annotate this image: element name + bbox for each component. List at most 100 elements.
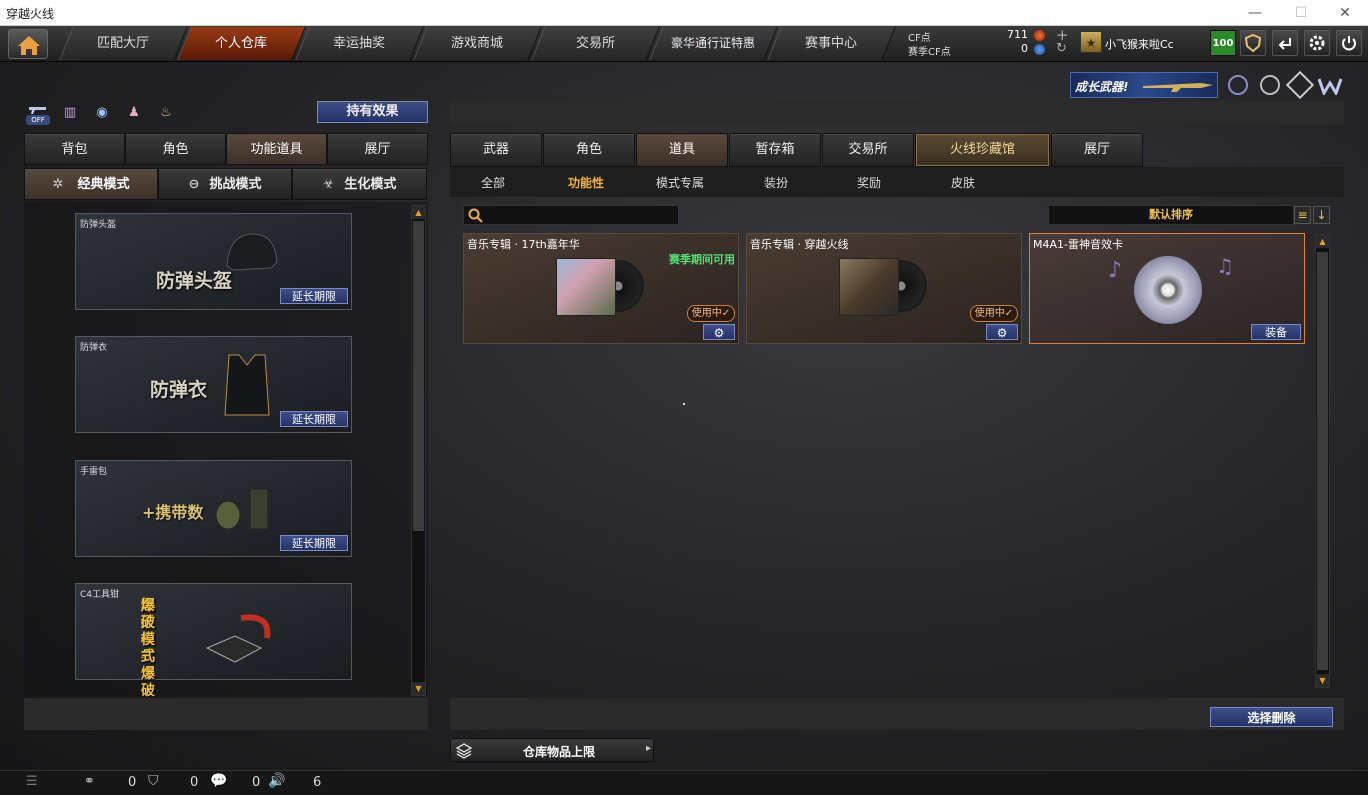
growth-weapon-banner[interactable]: 成长武器! [1070, 72, 1218, 98]
chat-icon[interactable]: 💬 [210, 773, 227, 789]
item-settings-button[interactable]: ⚙ [986, 324, 1018, 340]
tab-roles[interactable]: 角色 [543, 133, 635, 167]
subtab-decor[interactable]: 装扮 [764, 174, 788, 191]
left-scrollbar[interactable]: ▲ ▼ [411, 205, 426, 696]
item-name: 防弹衣 [80, 343, 108, 353]
tab-backpack[interactable]: 背包 [24, 133, 125, 165]
power-icon [1342, 36, 1356, 51]
minimize-button[interactable]: — [1232, 0, 1278, 26]
list-icon[interactable]: ☰ [26, 774, 38, 789]
scroll-thumb[interactable] [1317, 252, 1328, 670]
person-icon[interactable]: ♟ [124, 103, 144, 123]
subtab-all[interactable]: 全部 [481, 174, 505, 191]
window-title: 穿越火线 [6, 7, 55, 21]
tab-match-lobby[interactable]: 匹配大厅 [59, 27, 188, 60]
tab-deluxe-pass[interactable]: 豪华通行证特惠 [649, 27, 778, 60]
held-effects-button[interactable]: 持有效果 [317, 101, 428, 123]
item-card-album-cf[interactable]: 音乐专辑 · 穿越火线 使用中✓ ⚙ [746, 233, 1022, 344]
tab-functional-items[interactable]: 功能道具 [226, 133, 327, 165]
scroll-down-arrow[interactable]: ▼ [412, 682, 425, 695]
item-card-album-17th[interactable]: 音乐专辑 · 17th嘉年华 赛季期间可用 使用中✓ ⚙ [463, 233, 739, 344]
tab-game-store[interactable]: 游戏商城 [413, 27, 542, 60]
scroll-up-arrow[interactable]: ▲ [412, 206, 425, 219]
scroll-down-arrow[interactable]: ▼ [1316, 674, 1329, 687]
home-icon [18, 36, 40, 55]
rank-badge-icon: ★ [1080, 31, 1102, 53]
rifle-icon [1143, 83, 1213, 92]
item-card-m4a1-sound-card[interactable]: M4A1-雷神音效卡 ♪ ♫ 装备 [1029, 233, 1305, 344]
shield-icon [1244, 33, 1262, 53]
storage-capacity-bar[interactable]: 仓库物品上限 ▸ [450, 738, 654, 762]
tab-exhibition[interactable]: 展厅 [1051, 133, 1143, 167]
sort-dropdown[interactable]: 默认排序 [1048, 205, 1294, 225]
scroll-up-arrow[interactable]: ▲ [1316, 235, 1329, 248]
search-box[interactable] [463, 205, 679, 225]
select-delete-button[interactable]: 选择删除 [1210, 707, 1333, 727]
mode-classic[interactable]: ✲ 经典模式 [24, 168, 158, 200]
pliers-icon [205, 614, 271, 663]
tab-character[interactable]: 角色 [125, 133, 226, 165]
subtab-skins[interactable]: 皮肤 [951, 174, 975, 191]
equip-button[interactable]: 装备 [1251, 324, 1301, 340]
extend-button[interactable]: 延长期限 [280, 411, 348, 427]
bag-icon[interactable]: ♨ [156, 103, 176, 123]
cursor-dot [683, 403, 685, 405]
in-use-badge[interactable]: 使用中✓ [687, 305, 735, 322]
return-button[interactable] [1272, 30, 1298, 56]
sort-menu-icon[interactable]: ≡ [1294, 206, 1311, 224]
subtab-functional[interactable]: 功能性 [568, 174, 604, 191]
tab-personal-storage[interactable]: 个人仓库 [177, 27, 306, 60]
v-badge-icon[interactable] [1228, 75, 1248, 95]
tab-items[interactable]: 道具 [636, 133, 728, 167]
refresh-icon[interactable]: ↻ [1056, 41, 1067, 56]
tab-collection-hall[interactable]: 火线珍藏馆 [915, 133, 1050, 167]
w-logo-icon[interactable] [1318, 77, 1342, 95]
item-card-helmet[interactable]: 防弹头盔 防弹头盔 延长期限 [75, 213, 352, 310]
grenade-icon [215, 488, 269, 530]
home-button[interactable] [8, 29, 48, 59]
compass-icon[interactable] [1285, 70, 1315, 100]
tab-lucky-draw[interactable]: 幸运抽奖 [295, 27, 424, 60]
tab-storage-box[interactable]: 暂存箱 [729, 133, 821, 167]
close-button[interactable]: ✕ [1322, 0, 1368, 26]
tab-weapons[interactable]: 武器 [450, 133, 542, 167]
mode-challenge[interactable]: ⊖ 挑战模式 [158, 168, 292, 200]
tab-events[interactable]: 赛事中心 [767, 27, 896, 60]
eye-icon[interactable]: ◉ [92, 103, 112, 123]
extend-button[interactable]: 延长期限 [280, 535, 348, 551]
mode-zombie[interactable]: ☣ 生化模式 [292, 168, 427, 200]
tab-showroom[interactable]: 展厅 [327, 133, 428, 165]
binoculars-icon[interactable]: ⚭ [84, 774, 95, 789]
return-icon [1278, 38, 1291, 50]
scroll-thumb[interactable] [413, 221, 424, 531]
volume-value: 6 [313, 775, 322, 790]
subtab-mode-exclusive[interactable]: 模式专属 [656, 174, 704, 191]
right-scrollbar[interactable]: ▲ ▼ [1315, 234, 1330, 688]
sort-direction-icon[interactable]: ↓ [1313, 206, 1330, 224]
globe-icon[interactable] [1260, 75, 1280, 95]
building-icon[interactable]: ▥ [60, 103, 80, 123]
crosshair-icon: ✲ [52, 177, 64, 192]
status-count-1: 0 [128, 775, 137, 790]
username[interactable]: 小飞猴来啦Cc [1105, 36, 1174, 52]
effects-toggle[interactable]: OFF [26, 103, 50, 125]
in-use-badge[interactable]: 使用中✓ [970, 305, 1018, 322]
search-input[interactable] [486, 207, 676, 223]
item-card-grenade-pack[interactable]: 手雷包 +携带数 延长期限 [75, 460, 352, 557]
tab-trade[interactable]: 交易所 [822, 133, 914, 167]
maximize-button[interactable]: ☐ [1278, 0, 1324, 26]
settings-button[interactable] [1304, 30, 1330, 56]
subtab-rewards[interactable]: 奖励 [857, 174, 881, 191]
speaker-icon[interactable]: 🔊 [268, 773, 285, 789]
item-card-vest[interactable]: 防弹衣 防弹衣 延长期限 [75, 336, 352, 433]
item-name: C4工具钳 [80, 590, 120, 600]
shield-status-icon[interactable]: ⛉ [148, 773, 159, 789]
item-settings-button[interactable]: ⚙ [703, 324, 735, 340]
item-card-c4-pliers[interactable]: C4工具钳 超级佣兵爆破 间谍模式 幽灵模式 爆破模式 [75, 583, 352, 699]
window-titlebar: 穿越火线 — ☐ ✕ [0, 0, 1368, 26]
expand-arrow-icon[interactable]: ▸ [646, 743, 651, 754]
extend-button[interactable]: 延长期限 [280, 288, 348, 304]
armor-button[interactable] [1240, 30, 1266, 56]
power-button[interactable] [1336, 30, 1362, 56]
tab-exchange[interactable]: 交易所 [531, 27, 660, 60]
